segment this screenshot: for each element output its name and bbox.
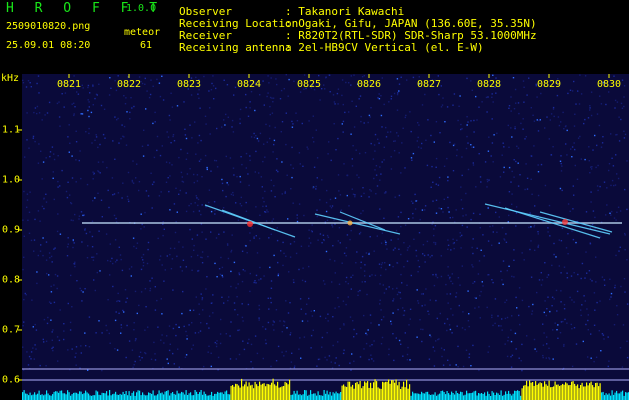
- y-tick-label: 0.7: [2, 324, 21, 336]
- antenna-label: Receiving antenna: [179, 41, 292, 54]
- file-datetime: 25.09.01 08:20: [6, 40, 91, 51]
- meteor-count: 61: [140, 40, 153, 51]
- x-tick-label: 0821: [56, 79, 82, 90]
- x-tick-label: 0825: [296, 79, 322, 90]
- antenna-value: : 2el-HB9CV Vertical (el. E-W): [285, 41, 484, 54]
- x-tick-label: 0829: [536, 79, 562, 90]
- spectrogram-background: [22, 74, 629, 400]
- x-tick-label: 0827: [416, 79, 442, 90]
- x-tick-label: 0830: [596, 79, 622, 90]
- x-tick-label: 0822: [116, 79, 142, 90]
- x-tick-label: 0826: [356, 79, 382, 90]
- y-axis-unit: kHz: [1, 73, 20, 84]
- y-tick-label: 0.8: [2, 274, 21, 286]
- app-version: 1.0.0: [126, 3, 157, 14]
- y-tick-label: 1.1: [2, 124, 21, 136]
- y-tick-label: 0.6: [2, 374, 21, 386]
- y-tick-label: 0.9: [2, 224, 21, 236]
- header-panel: H R O F F T 1.0.0 2509010820.png 25.09.0…: [0, 0, 629, 62]
- spectrogram: [0, 62, 629, 400]
- y-tick-label: 1.0: [2, 174, 21, 186]
- x-tick-label: 0824: [236, 79, 262, 90]
- meteor-echo-head: [347, 220, 353, 226]
- x-tick-label: 0828: [476, 79, 502, 90]
- x-tick-label: 0823: [176, 79, 202, 90]
- file-name: 2509010820.png: [6, 21, 91, 32]
- spectrogram-canvas: [18, 74, 629, 400]
- meteor-echo-head: [247, 221, 253, 227]
- meteor-echo-head: [562, 219, 568, 225]
- meteor-label: meteor: [124, 27, 161, 38]
